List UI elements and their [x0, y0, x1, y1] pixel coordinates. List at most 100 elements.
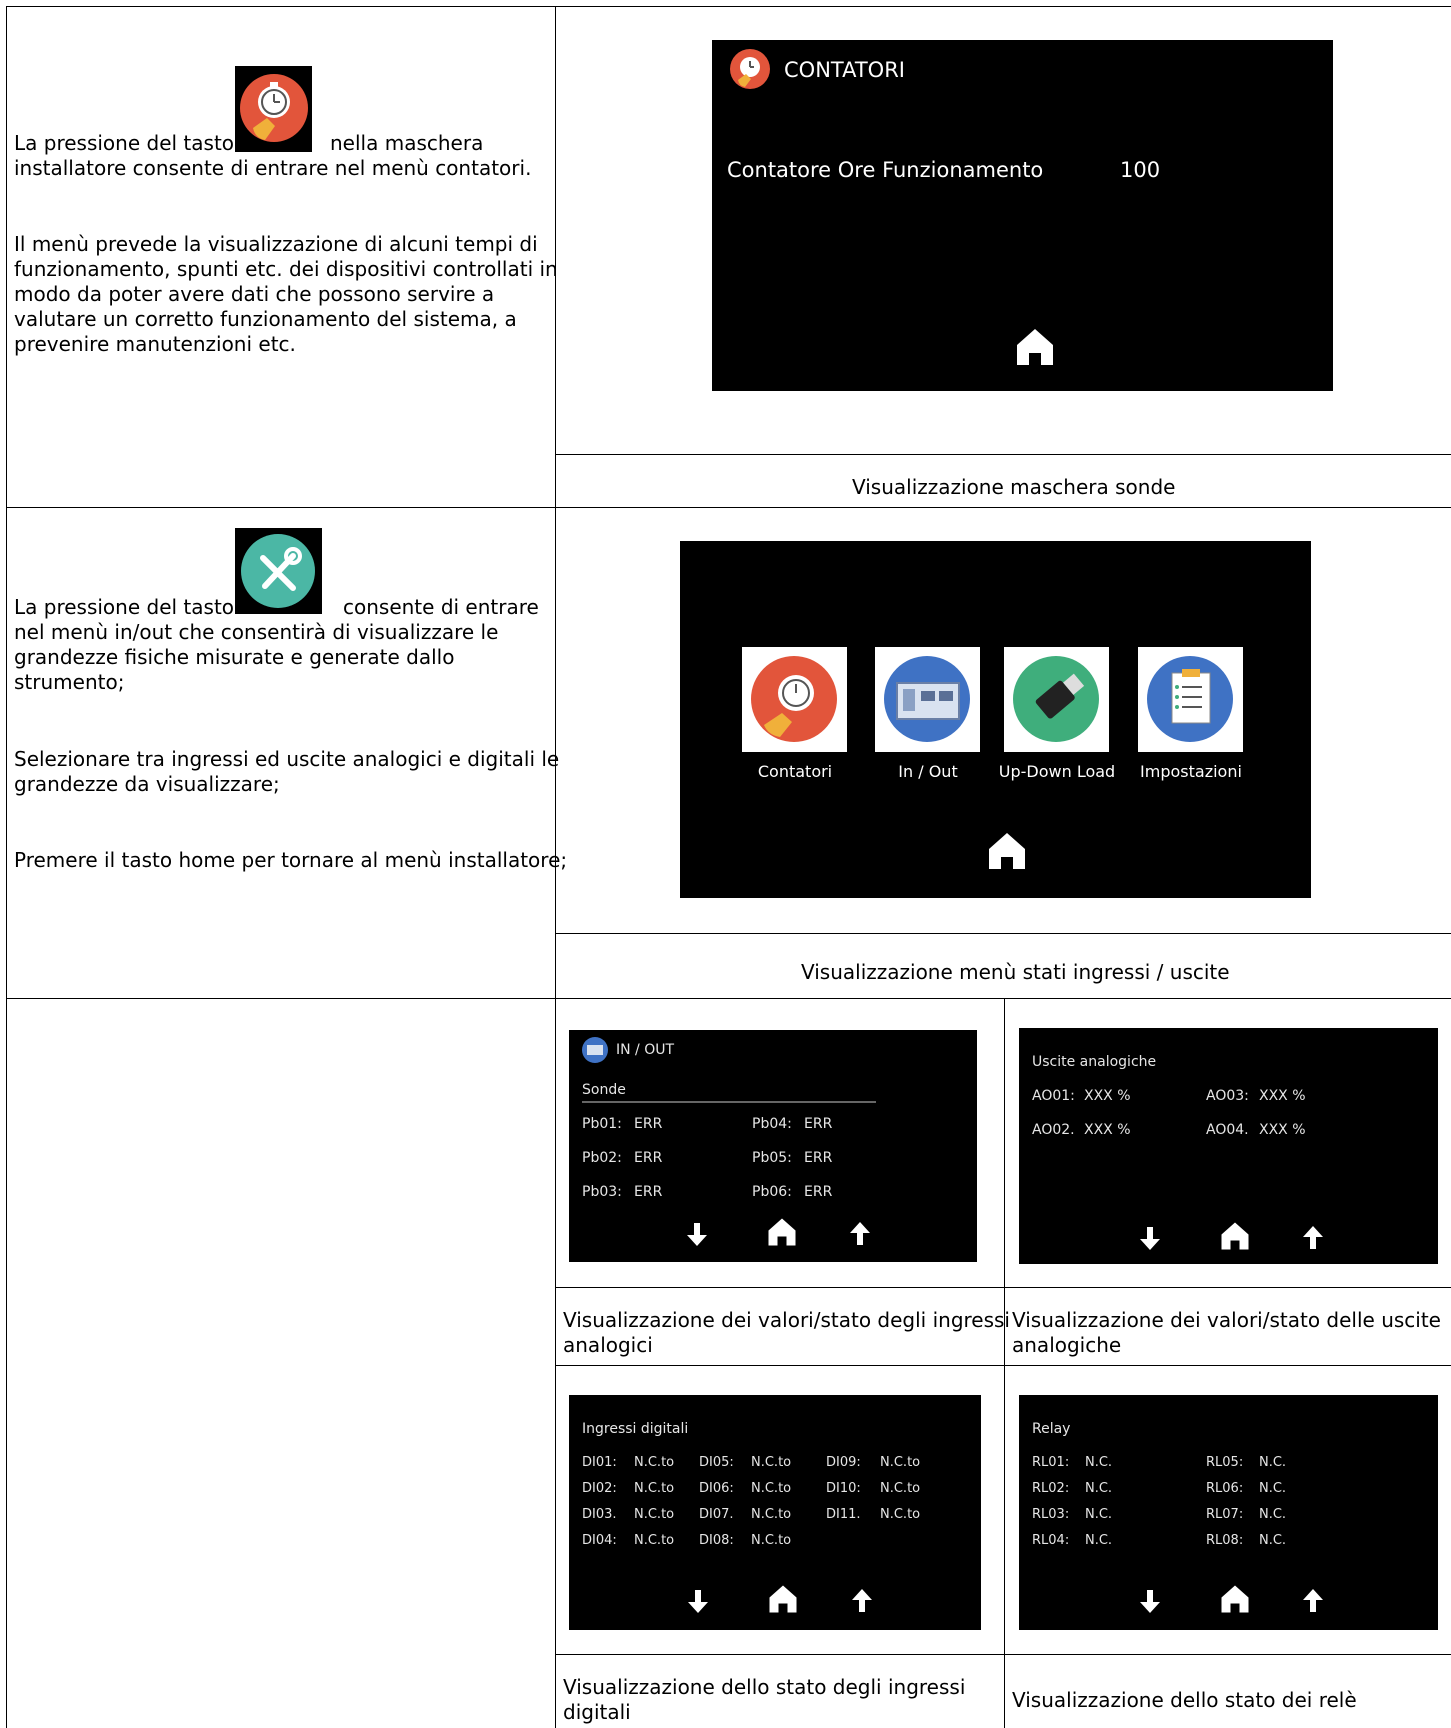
tile-label-impostazioni: Impostazioni [1140, 762, 1242, 781]
counter-label: Contatore Ore Funzionamento [727, 158, 1044, 182]
input-value: N.C.to [880, 1455, 921, 1470]
tile-label-contatori: Contatori [757, 762, 833, 781]
section2-line4: strumento; [14, 670, 125, 694]
relay-screen: Relay RL01: N.C. RL05: N.C. RL02: N.C. R… [1019, 1395, 1438, 1630]
relay-label: RL01: [1032, 1455, 1070, 1470]
output-value: XXX % [1084, 1088, 1131, 1104]
output-label: AO03: [1206, 1088, 1249, 1104]
home-button[interactable] [987, 831, 1027, 871]
inner-row-divider-1 [555, 1287, 1451, 1288]
section2-line2: nel menù in/out che consentirà di visual… [14, 620, 499, 644]
section1-para2-line2: funzionamento, spunti etc. dei dispositi… [14, 257, 558, 281]
relay-label: RL08: [1206, 1533, 1244, 1548]
home-button[interactable] [1220, 1221, 1250, 1251]
stopwatch-icon [729, 48, 771, 90]
row-divider-2 [6, 998, 1451, 999]
screen-title: IN / OUT [616, 1042, 675, 1058]
input-value: N.C.to [751, 1533, 792, 1548]
stopwatch-icon [235, 66, 312, 152]
section2-para2-line1: Selezionare tra ingressi ed uscite analo… [14, 747, 560, 771]
input-value: N.C.to [751, 1481, 792, 1496]
input-label: DI08: [699, 1533, 734, 1548]
home-button[interactable] [1015, 327, 1055, 367]
section2-line3: grandezze fisiche misurate e generate da… [14, 645, 455, 669]
caption-divider-2 [555, 933, 1451, 934]
arrow-down-icon[interactable] [686, 1588, 710, 1614]
analog-in-caption-line2: analogici [563, 1333, 653, 1357]
arrow-down-icon[interactable] [685, 1221, 709, 1247]
arrow-up-icon[interactable] [1301, 1225, 1325, 1251]
caption-divider-1 [555, 454, 1451, 455]
section2-para2-line2: grandezze da visualizzare; [14, 772, 280, 796]
arrow-up-icon[interactable] [850, 1588, 874, 1614]
tile-contatori[interactable] [742, 647, 847, 752]
digital-in-caption-line1: Visualizzazione dello stato degli ingres… [563, 1675, 966, 1699]
analog-out-caption-line1: Visualizzazione dei valori/stato delle u… [1012, 1308, 1441, 1332]
section1-caption: Visualizzazione maschera sonde [852, 475, 1176, 499]
input-value: N.C.to [634, 1455, 675, 1470]
usb-drive-icon [1013, 656, 1099, 742]
section1-line1-end: nella maschera [330, 131, 484, 155]
tile-in-out[interactable] [875, 647, 980, 752]
section2-line1-end: consente di entrare [343, 595, 539, 619]
section1-para2-line5: prevenire manutenzioni etc. [14, 332, 296, 356]
inner-column-divider [1004, 998, 1005, 1728]
input-label: DI09: [826, 1455, 861, 1470]
counter-value: 100 [1120, 158, 1161, 182]
contatori-screen: CONTATORI Contatore Ore Funzionamento 10… [712, 40, 1333, 391]
wrench-screwdriver-icon [235, 528, 322, 614]
input-value: N.C.to [751, 1507, 792, 1522]
arrow-up-icon[interactable] [848, 1221, 872, 1247]
input-label: DI04: [582, 1533, 617, 1548]
input-label: DI07. [699, 1507, 734, 1522]
probe-value: ERR [634, 1116, 663, 1132]
tile-up-down-load[interactable] [1004, 647, 1109, 752]
relay-caption: Visualizzazione dello stato dei relè [1012, 1688, 1357, 1712]
probe-value: ERR [804, 1184, 833, 1200]
output-value: XXX % [1259, 1088, 1306, 1104]
input-label: DI10: [826, 1481, 861, 1496]
probe-value: ERR [634, 1184, 663, 1200]
input-value: N.C.to [634, 1533, 675, 1548]
home-button[interactable] [768, 1584, 798, 1614]
probe-label: Pb01: [582, 1116, 622, 1132]
analog-outputs-screen: Uscite analogiche AO01: XXX % AO03: XXX … [1019, 1028, 1438, 1264]
relay-label: RL02: [1032, 1481, 1070, 1496]
input-value: N.C.to [634, 1481, 675, 1496]
relay-value: N.C. [1085, 1481, 1113, 1496]
screen-title: CONTATORI [784, 58, 905, 82]
analog-out-caption-line2: analogiche [1012, 1333, 1122, 1357]
relay-label: RL04: [1032, 1533, 1070, 1548]
home-button[interactable] [767, 1217, 797, 1247]
probe-value: ERR [804, 1150, 833, 1166]
output-label: AO02. [1032, 1122, 1075, 1138]
section2-line1-start: La pressione del tasto [14, 595, 235, 619]
probe-label: Pb04: [752, 1116, 792, 1132]
digital-inputs-screen: Ingressi digitali DI01: N.C.to DI05: N.C… [569, 1395, 981, 1630]
section1-para2-line1: Il menù prevede la visualizzazione di al… [14, 232, 538, 256]
relay-value: N.C. [1085, 1533, 1113, 1548]
relay-value: N.C. [1259, 1455, 1287, 1470]
section2-para3: Premere il tasto home per tornare al men… [14, 848, 568, 872]
arrow-down-icon[interactable] [1138, 1225, 1162, 1251]
section1-para2-line4: valutare un corretto funzionamento del s… [14, 307, 517, 331]
home-button[interactable] [1220, 1584, 1250, 1614]
screen-subtitle: Sonde [582, 1082, 626, 1098]
input-value: N.C.to [880, 1507, 921, 1522]
probe-label: Pb03: [582, 1184, 622, 1200]
stopwatch-icon [751, 656, 837, 742]
input-label: DI03. [582, 1507, 617, 1522]
relay-value: N.C. [1259, 1481, 1287, 1496]
arrow-up-icon[interactable] [1301, 1588, 1325, 1614]
input-label: DI01: [582, 1455, 617, 1470]
screen-title: Ingressi digitali [582, 1421, 689, 1437]
tile-impostazioni[interactable] [1138, 647, 1243, 752]
input-label: DI05: [699, 1455, 734, 1470]
inout-menu-screen: Contatori In / Out Up-Down Load Impostaz… [680, 541, 1311, 898]
probe-value: ERR [804, 1116, 833, 1132]
probe-label: Pb05: [752, 1150, 792, 1166]
probe-value: ERR [634, 1150, 663, 1166]
output-value: XXX % [1259, 1122, 1306, 1138]
subtitle-underline [582, 1101, 876, 1103]
arrow-down-icon[interactable] [1138, 1588, 1162, 1614]
